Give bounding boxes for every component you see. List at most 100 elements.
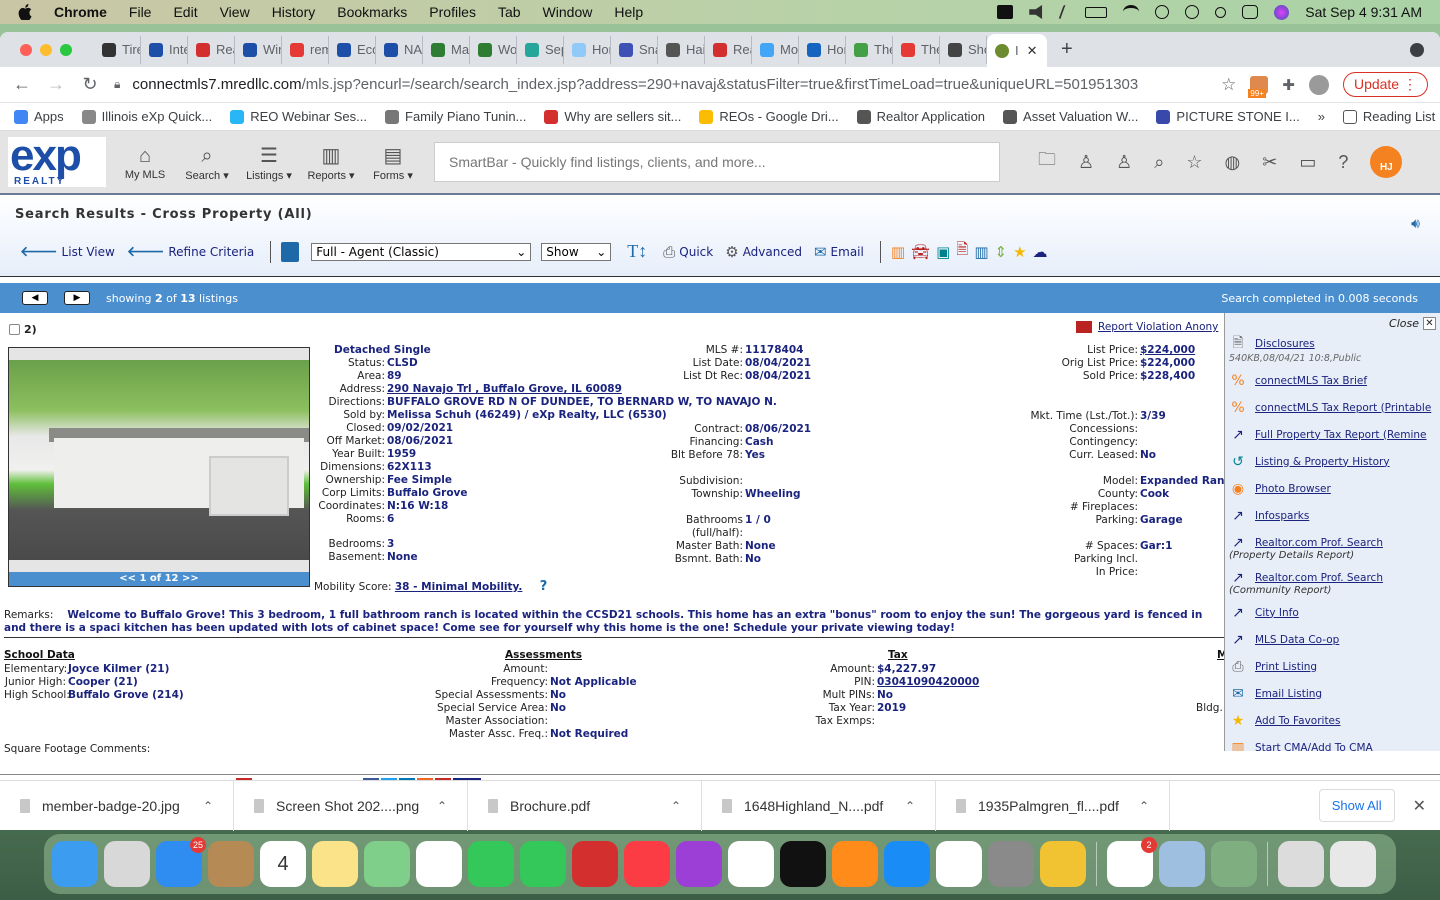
text-size-button[interactable]: T↕ <box>627 241 647 262</box>
globe-icon[interactable]: ◍ <box>1225 152 1241 173</box>
download-item[interactable]: 1648Highland_N....pdf ⌃ <box>702 780 936 831</box>
photo-pager[interactable]: << 1 of 12 >> <box>9 572 309 586</box>
new-tab-button[interactable]: + <box>1061 38 1073 61</box>
cloud-icon[interactable]: ☁ <box>1033 243 1048 261</box>
bookmark-item[interactable]: REO Webinar Ses... <box>230 109 367 124</box>
chevron-up-icon[interactable]: ⌃ <box>437 799 447 813</box>
advanced-print-button[interactable]: ⚙ Advanced <box>725 243 802 261</box>
window-icon[interactable]: ▭ <box>1299 152 1316 173</box>
quick-print-button[interactable]: ⎙ Quick <box>663 243 713 261</box>
dock-app-preview[interactable] <box>1159 841 1205 887</box>
side-panel-link[interactable]: connectMLS Tax Report (Printable <box>1255 402 1431 414</box>
listing-checkbox[interactable] <box>9 324 20 335</box>
report-format-select[interactable]: Full - Agent (Classic) ⌄ <box>311 242 532 261</box>
update-button[interactable]: Update ⋮ <box>1342 72 1428 97</box>
bookmark-item[interactable]: Why are sellers sit... <box>544 109 681 124</box>
download-item[interactable]: Brochure.pdf ⌃ <box>468 780 702 831</box>
mobility-score-link[interactable]: 38 - Minimal Mobility. <box>395 581 523 593</box>
side-panel-item[interactable]: ↗ Infosparks <box>1229 502 1440 529</box>
pdf-icon[interactable]: 🗎︎ <box>956 239 968 264</box>
download-item[interactable]: Screen Shot 202....png ⌃ <box>234 780 468 831</box>
chevron-up-icon[interactable]: ⌃ <box>671 799 681 813</box>
browser-tab[interactable]: Inte <box>141 35 188 64</box>
bookmark-item[interactable]: REOs - Google Dri... <box>699 109 839 124</box>
smartbar-input[interactable]: SmartBar - Quickly find listings, client… <box>434 142 1000 182</box>
nav-item-search[interactable]: ⌕ Search ▾ <box>178 143 236 182</box>
dock-app-podcasts[interactable] <box>676 841 722 887</box>
menubar-clock[interactable]: Sat Sep 4 9:31 AM <box>1305 4 1422 20</box>
side-panel-link[interactable]: Realtor.com Prof. Search <box>1255 537 1383 549</box>
browser-tab[interactable]: Eco <box>329 35 376 64</box>
browser-tab[interactable]: NAI <box>376 35 423 64</box>
bookmark-item[interactable]: Family Piano Tunin... <box>385 109 526 124</box>
browser-tab[interactable]: Mo <box>752 35 799 64</box>
listing-select[interactable]: 2) <box>9 323 37 336</box>
dock-app-chrome[interactable] <box>936 841 982 887</box>
previous-listing-button[interactable]: ◀ <box>22 291 48 305</box>
browser-tab[interactable]: Hor <box>564 35 611 64</box>
browser-tab[interactable]: rem <box>282 35 329 64</box>
menu-tab[interactable]: Tab <box>498 4 521 20</box>
dock-app-trash[interactable] <box>1330 841 1376 887</box>
dock-app-music[interactable] <box>624 841 670 887</box>
time-machine-icon[interactable] <box>1185 5 1200 19</box>
dock-app-books[interactable] <box>832 841 878 887</box>
nav-item-home[interactable]: ⌂ My MLS <box>116 143 174 182</box>
show-all-downloads-button[interactable]: Show All <box>1318 789 1395 822</box>
contacts-icon[interactable]: ♙ <box>1116 152 1132 173</box>
menu-history[interactable]: History <box>272 4 316 20</box>
stats-chart-icon[interactable]: ▥ <box>974 243 988 261</box>
sort-icon[interactable]: ⇕ <box>995 243 1008 261</box>
browser-tab[interactable]: Sna <box>611 35 658 64</box>
field-value[interactable]: 290 Navajo Trl , Buffalo Grove, IL 60089 <box>387 383 622 396</box>
field-value[interactable]: $224,000 <box>1140 344 1195 357</box>
apple-icon[interactable] <box>18 4 32 21</box>
cma-chart-icon[interactable]: ▥ <box>891 243 905 261</box>
dock-app-messages[interactable] <box>468 841 514 887</box>
menu-edit[interactable]: Edit <box>173 4 197 20</box>
side-panel-item[interactable]: % connectMLS Tax Report (Printable <box>1229 394 1440 421</box>
side-panel-link[interactable]: Infosparks <box>1255 510 1309 522</box>
menu-file[interactable]: File <box>129 4 152 20</box>
bookmark-item[interactable]: Asset Valuation W... <box>1003 109 1138 124</box>
profile-avatar[interactable] <box>1308 74 1329 95</box>
zoom-window-button[interactable] <box>60 43 72 56</box>
menu-view[interactable]: View <box>220 4 250 20</box>
browser-tab[interactable]: Rea <box>705 35 752 64</box>
dock-app-photos[interactable] <box>416 841 462 887</box>
browser-tab[interactable]: The <box>893 35 940 64</box>
side-panel-item[interactable]: ▥ Start CMA/Add To CMA <box>1229 734 1440 752</box>
dock-app-photo-booth[interactable] <box>572 841 618 887</box>
dock-app-notes[interactable] <box>312 841 358 887</box>
nav-item-list[interactable]: ☰ Listings ▾ <box>240 143 298 182</box>
side-panel-item[interactable]: ★ Add To Favorites <box>1229 707 1440 734</box>
download-item[interactable]: 1935Palmgren_fl....pdf ⌃ <box>936 780 1170 831</box>
volume-icon[interactable] <box>1029 5 1043 19</box>
tab-active[interactable]: I ✕ <box>987 34 1047 67</box>
history-search-icon[interactable]: ⌕ <box>1154 152 1164 173</box>
dock-app-remine[interactable]: 2 <box>1107 837 1157 887</box>
bookmark-star-icon[interactable]: ☆ <box>1221 75 1236 95</box>
close-panel-button[interactable]: Close ✕ <box>1229 317 1440 330</box>
browser-tab[interactable]: Win <box>235 35 282 64</box>
minimize-window-button[interactable] <box>40 43 52 56</box>
reading-list-button[interactable]: Reading List <box>1342 109 1435 124</box>
chevron-up-icon[interactable]: ⌃ <box>1139 799 1149 813</box>
nav-item-chart[interactable]: ▥ Reports ▾ <box>302 143 360 182</box>
browser-tab[interactable]: Tire <box>94 35 141 64</box>
bookmark-item[interactable]: PICTURE STONE I... <box>1156 109 1300 124</box>
dock-app-mail[interactable]: 25 <box>156 837 206 887</box>
extensions-puzzle-icon[interactable]: ✚ <box>1282 76 1295 94</box>
side-panel-link[interactable]: Start CMA/Add To CMA <box>1255 742 1373 752</box>
speaker-icon[interactable]: 🔊︎ <box>1411 215 1420 232</box>
download-item[interactable]: member-badge-20.jpg ⌃ <box>0 780 234 831</box>
dock-app-launchpad[interactable] <box>104 841 150 887</box>
browser-tab[interactable]: Hor <box>799 35 846 64</box>
report-violation-label[interactable]: Report Violation Anony <box>1098 321 1218 333</box>
side-panel-link[interactable]: Full Property Tax Report (Remine <box>1255 429 1427 441</box>
user-icon[interactable] <box>1155 5 1170 19</box>
forward-button[interactable]: → <box>46 74 66 95</box>
dock-app-downloads-stack[interactable] <box>1278 841 1324 887</box>
bluetooth-icon[interactable] <box>1058 5 1072 19</box>
side-panel-item[interactable]: ↗ MLS Data Co-op <box>1229 626 1440 653</box>
